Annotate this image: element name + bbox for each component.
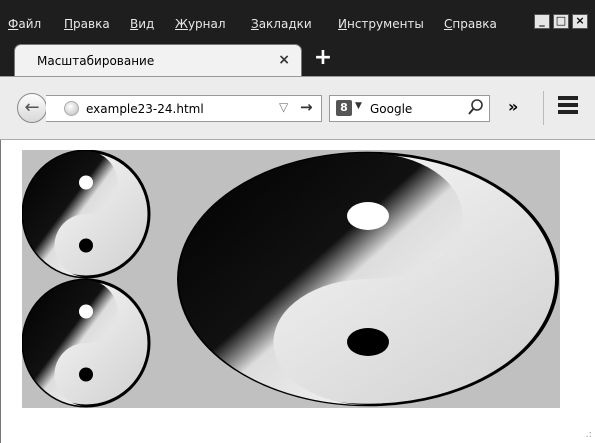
canvas xyxy=(21,149,560,408)
url-bar[interactable]: example23-24.html ▽ → xyxy=(46,95,322,122)
new-tab-button[interactable]: + xyxy=(312,47,334,70)
menu-history[interactable]: Журнал xyxy=(175,17,226,31)
history-dropdown-icon[interactable]: ▽ xyxy=(279,100,288,114)
tab-active[interactable]: Масштабирование × xyxy=(14,44,302,76)
menu-edit[interactable]: Правка xyxy=(64,17,110,31)
yin-yang-large xyxy=(177,151,559,407)
search-bar[interactable]: 8 ▼ Google xyxy=(329,95,490,122)
search-icon[interactable] xyxy=(468,98,484,120)
navigation-toolbar: ← example23-24.html ▽ → 8 ▼ Google » xyxy=(0,76,595,140)
menu-file[interactable]: Файл xyxy=(8,17,41,31)
close-tab-icon[interactable]: × xyxy=(278,52,290,68)
yin-yang-small-bottom xyxy=(21,278,151,408)
menu-help[interactable]: Справка xyxy=(444,17,497,31)
toolbar-separator xyxy=(543,91,544,125)
yin-yang-small-top xyxy=(21,149,151,279)
yin-yang-drawing xyxy=(21,149,559,408)
page-content: .: xyxy=(0,140,595,443)
engine-dropdown-icon[interactable]: ▼ xyxy=(355,101,362,111)
menu-view[interactable]: Вид xyxy=(130,17,154,31)
url-text[interactable]: example23-24.html xyxy=(86,102,204,116)
search-engine-icon[interactable]: 8 xyxy=(336,100,352,116)
maximize-button[interactable]: □ xyxy=(553,14,569,29)
hamburger-menu-icon[interactable] xyxy=(558,96,578,116)
globe-icon xyxy=(64,101,79,116)
back-button[interactable]: ← xyxy=(17,93,47,123)
go-arrow-icon[interactable]: → xyxy=(300,98,313,116)
menu-tools[interactable]: Инструменты xyxy=(338,17,424,31)
menu-bookmarks[interactable]: Закладки xyxy=(251,17,312,31)
search-input[interactable]: Google xyxy=(370,102,412,116)
toolbar-overflow-button[interactable]: » xyxy=(508,97,518,116)
close-window-button[interactable]: × xyxy=(572,14,588,29)
minimize-button[interactable]: _ xyxy=(534,14,550,29)
menu-bar: Файл Правка Вид Журнал Закладки Инструме… xyxy=(0,0,595,38)
tab-title: Масштабирование xyxy=(37,54,155,68)
resize-grip-icon[interactable]: .: xyxy=(585,429,592,440)
